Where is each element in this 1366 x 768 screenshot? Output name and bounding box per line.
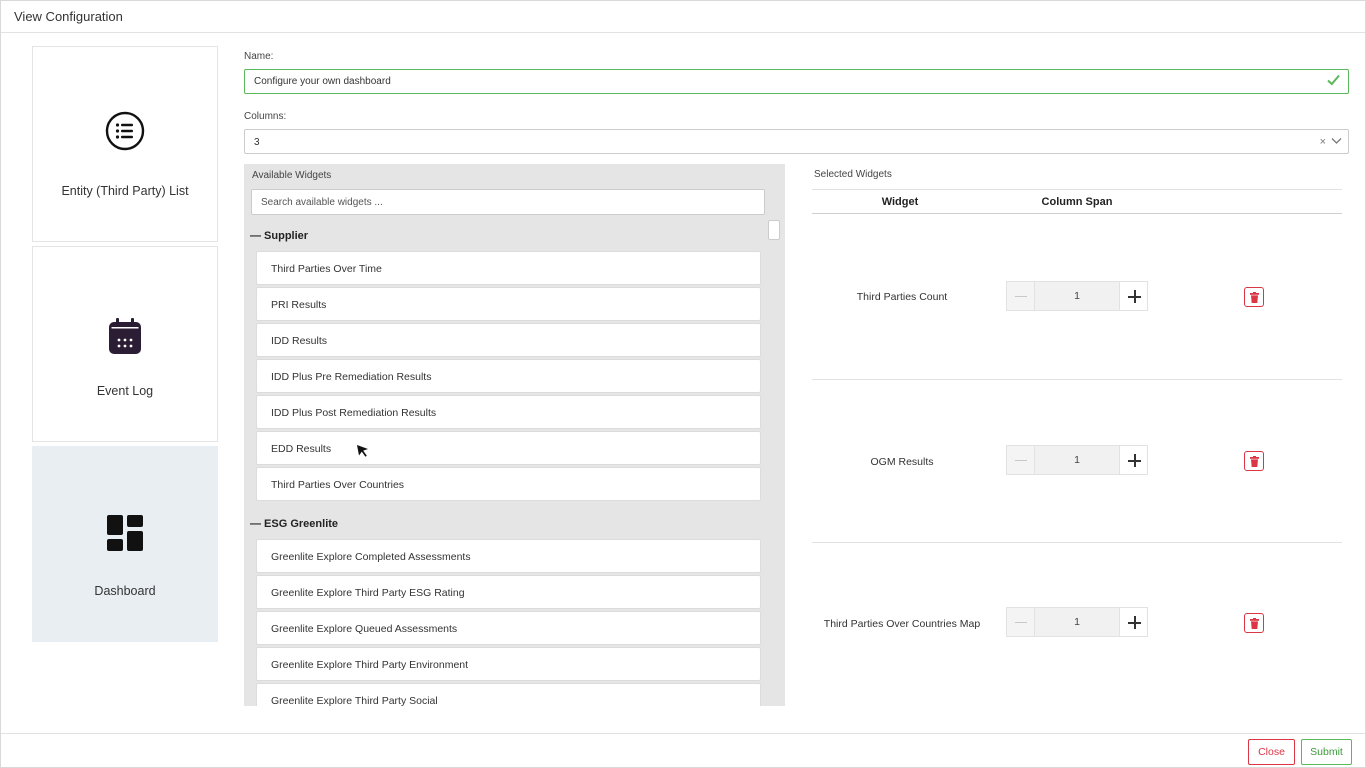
selected-widget-name: Third Parties Over Countries Map: [823, 618, 981, 630]
available-widgets-title: Available Widgets: [252, 170, 332, 181]
list-item[interactable]: Greenlite Explore Queued Assessments: [256, 611, 761, 645]
list-item[interactable]: Greenlite Explore Third Party ESG Rating: [256, 575, 761, 609]
group-header-supplier[interactable]: — Supplier: [250, 230, 308, 242]
columns-value: 3: [254, 137, 260, 148]
scrollbar-track[interactable]: [767, 218, 782, 706]
dialog-title-bar: View Configuration: [1, 1, 1365, 33]
close-button[interactable]: Close: [1248, 739, 1295, 765]
scrollbar-thumb[interactable]: [768, 220, 780, 240]
column-span-value[interactable]: 1: [1035, 281, 1119, 311]
trash-icon: [1250, 618, 1259, 629]
view-entity-list[interactable]: Entity (Third Party) List: [32, 46, 218, 242]
list-item[interactable]: IDD Results: [256, 323, 761, 357]
selected-widget-name: OGM Results: [870, 456, 934, 468]
increment-button[interactable]: [1119, 445, 1148, 475]
trash-icon: [1250, 292, 1259, 303]
remove-widget-button[interactable]: [1244, 613, 1264, 633]
increment-button[interactable]: [1119, 607, 1148, 637]
column-span-stepper[interactable]: 1: [1006, 607, 1148, 637]
calendar-icon: [109, 318, 141, 354]
list-icon: [105, 111, 145, 151]
selected-widget-name: Third Parties Count: [856, 291, 948, 303]
remove-widget-button[interactable]: [1244, 451, 1264, 471]
group-header-esg-greenlite[interactable]: — ESG Greenlite: [250, 518, 338, 530]
list-item[interactable]: PRI Results: [256, 287, 761, 321]
column-header-widget: Widget: [881, 196, 919, 208]
list-item[interactable]: Greenlite Explore Third Party Social: [256, 683, 761, 706]
divider: [812, 379, 1342, 380]
columns-select[interactable]: 3 ×: [244, 129, 1349, 154]
decrement-button[interactable]: [1006, 281, 1035, 311]
remove-widget-button[interactable]: [1244, 287, 1264, 307]
mouse-cursor-icon: [357, 445, 368, 457]
decrement-button[interactable]: [1006, 445, 1035, 475]
dialog-title: View Configuration: [14, 9, 123, 24]
columns-label: Columns:: [244, 111, 287, 122]
list-item[interactable]: Third Parties Over Time: [256, 251, 761, 285]
column-span-stepper[interactable]: 1: [1006, 281, 1148, 311]
list-item[interactable]: Greenlite Explore Third Party Environmen…: [256, 647, 761, 681]
divider: [1, 733, 1365, 734]
column-span-stepper[interactable]: 1: [1006, 445, 1148, 475]
list-item[interactable]: Third Parties Over Countries: [256, 467, 761, 501]
submit-button[interactable]: Submit: [1301, 739, 1352, 765]
selected-widgets-title: Selected Widgets: [814, 169, 892, 180]
view-label: Entity (Third Party) List: [61, 184, 189, 198]
available-widgets-panel: Available Widgets — Supplier Third Parti…: [244, 164, 785, 706]
list-item[interactable]: Greenlite Explore Completed Assessments: [256, 539, 761, 573]
widget-search-input[interactable]: [251, 189, 765, 215]
divider: [812, 189, 1342, 190]
list-item[interactable]: IDD Plus Post Remediation Results: [256, 395, 761, 429]
view-configuration-dialog: View Configuration Entity (Third Party) …: [0, 0, 1366, 768]
chevron-down-icon[interactable]: [1331, 137, 1342, 145]
view-label: Event Log: [96, 384, 154, 398]
view-dashboard[interactable]: Dashboard: [32, 446, 218, 642]
column-span-value[interactable]: 1: [1035, 607, 1119, 637]
increment-button[interactable]: [1119, 281, 1148, 311]
check-icon: [1327, 74, 1340, 86]
view-event-log[interactable]: Event Log: [32, 246, 218, 442]
name-label: Name:: [244, 51, 274, 62]
view-label: Dashboard: [94, 584, 156, 598]
clear-icon[interactable]: ×: [1320, 136, 1326, 148]
list-item[interactable]: IDD Plus Pre Remediation Results: [256, 359, 761, 393]
list-item[interactable]: EDD Results: [256, 431, 761, 465]
divider: [812, 213, 1342, 214]
name-input[interactable]: [244, 69, 1349, 94]
decrement-button[interactable]: [1006, 607, 1035, 637]
trash-icon: [1250, 456, 1259, 467]
dashboard-icon: [107, 515, 143, 551]
divider: [812, 542, 1342, 543]
column-header-column-span: Column Span: [1041, 196, 1113, 208]
column-span-value[interactable]: 1: [1035, 445, 1119, 475]
